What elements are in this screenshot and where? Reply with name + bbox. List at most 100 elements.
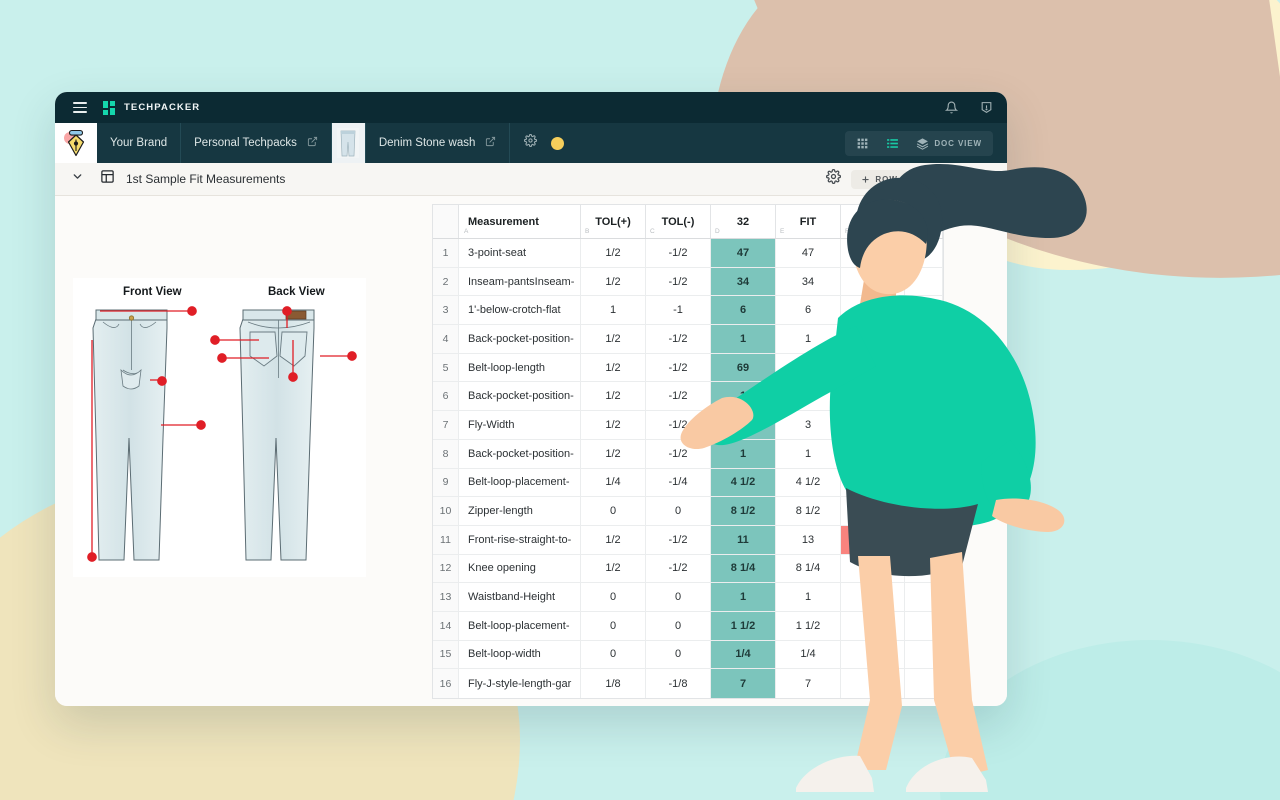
tol-plus-cell[interactable]: 1/2 [581, 554, 646, 583]
column-header-tol-minus[interactable]: TOL(-) C [646, 205, 711, 238]
row-number-cell[interactable]: 4 [433, 325, 459, 353]
row-number-cell[interactable]: 6 [433, 382, 459, 411]
fit-cell[interactable]: 34 [776, 267, 841, 296]
grid-view-button[interactable] [851, 135, 879, 152]
row-number-cell[interactable]: 3 [433, 296, 459, 325]
row-number-cell[interactable]: 2 [433, 267, 459, 296]
doc-view-button[interactable]: DOC VIEW [911, 135, 987, 152]
measurement-cell[interactable]: Back-pocket-position- [459, 325, 581, 353]
amber-status-dot[interactable] [551, 136, 565, 150]
pen-nib-logo-icon[interactable] [55, 123, 97, 163]
tol-minus-cell[interactable]: -1/2 [646, 239, 711, 267]
measurement-cell[interactable]: Belt-loop-placement- [459, 611, 581, 640]
spec-size-cell[interactable]: 69 [711, 353, 776, 382]
row-number-cell[interactable]: 10 [433, 497, 459, 525]
diff-cell[interactable] [841, 325, 905, 353]
spec-size-cell[interactable]: 1 1/2 [711, 611, 776, 640]
spec-size-cell[interactable]: 8 1/4 [711, 554, 776, 583]
tol-minus-cell[interactable]: -1/2 [646, 382, 711, 411]
fit-cell[interactable]: 71 [776, 353, 841, 382]
measurement-cell[interactable]: Knee opening [459, 554, 581, 583]
spec-size-cell[interactable]: 1 [711, 583, 776, 611]
measurement-cell[interactable]: Front-rise-straight-to- [459, 525, 581, 554]
column-header-diff[interactable]: DIFF F [841, 205, 905, 238]
diff-cell[interactable] [841, 669, 905, 698]
fit-cell[interactable]: 6 [776, 296, 841, 325]
tol-plus-cell[interactable]: 1/2 [581, 353, 646, 382]
diff-cell[interactable] [841, 468, 905, 497]
spec-size-cell[interactable]: 4 1/2 [711, 468, 776, 497]
tol-minus-cell[interactable]: 0 [646, 611, 711, 640]
breadcrumb-item-denim-stone-wash[interactable]: Denim Stone wash [366, 123, 511, 163]
diff-cell[interactable] [841, 239, 905, 267]
row-number-cell[interactable]: 1 [433, 239, 459, 267]
diff-cell[interactable] [841, 296, 905, 325]
measurement-cell[interactable]: Fly-Width [459, 411, 581, 439]
fit-cell[interactable]: 1 1/2 [776, 611, 841, 640]
tol-minus-cell[interactable]: -1/2 [646, 525, 711, 554]
fit-cell[interactable]: 1/4 [776, 640, 841, 669]
row-number-cell[interactable]: 8 [433, 439, 459, 468]
measurement-cell[interactable]: Inseam-pantsInseam- [459, 267, 581, 296]
measurement-cell[interactable]: Fly-J-style-length-gar [459, 669, 581, 698]
fit-cell[interactable]: 1 [776, 382, 841, 411]
row-number-cell[interactable]: 15 [433, 640, 459, 669]
fit-cell[interactable]: 47 [776, 239, 841, 267]
row-number-cell[interactable]: 5 [433, 353, 459, 382]
table-row[interactable]: 5 Belt-loop-length 1/2 -1/2 69 71 [433, 353, 943, 383]
row-number-cell[interactable]: 14 [433, 611, 459, 640]
tol-plus-cell[interactable]: 1/2 [581, 325, 646, 353]
row-number-cell[interactable]: 9 [433, 468, 459, 497]
add-row-button[interactable]: ROW [851, 169, 908, 189]
column-header-fit[interactable]: FIT E [776, 205, 841, 238]
fit-cell[interactable]: 3 [776, 411, 841, 439]
spec-size-cell[interactable]: 34 [711, 267, 776, 296]
fit-cell[interactable]: 13 [776, 525, 841, 554]
table-row[interactable]: 14 Belt-loop-placement- 0 0 1 1/2 1 1/2 [433, 611, 943, 641]
fit-cell[interactable]: 8 1/2 [776, 497, 841, 525]
diff-cell[interactable] [841, 267, 905, 296]
measurement-cell[interactable]: Belt-loop-length [459, 353, 581, 382]
column-resize-grip-icon[interactable] [915, 214, 928, 228]
table-row[interactable]: 10 Zipper-length 0 0 8 1/2 8 1/2 [433, 497, 943, 526]
column-header-size-32[interactable]: 32 D [711, 205, 776, 238]
tol-plus-cell[interactable]: 1/2 [581, 239, 646, 267]
diff-cell[interactable] [841, 382, 905, 411]
external-link-icon[interactable] [307, 136, 318, 150]
row-number-cell[interactable]: 11 [433, 525, 459, 554]
measurement-cell[interactable]: Back-pocket-position- [459, 439, 581, 468]
diff-cell[interactable] [841, 611, 905, 640]
diff-cell[interactable] [841, 525, 905, 554]
tol-plus-cell[interactable]: 1/2 [581, 439, 646, 468]
tol-plus-cell[interactable]: 1/8 [581, 669, 646, 698]
table-row[interactable]: 4 Back-pocket-position- 1/2 -1/2 1 1 [433, 325, 943, 354]
tol-minus-cell[interactable]: -1/4 [646, 468, 711, 497]
tol-plus-cell[interactable]: 1/4 [581, 468, 646, 497]
tol-plus-cell[interactable]: 1 [581, 296, 646, 325]
external-link-icon[interactable] [485, 136, 496, 150]
gear-icon[interactable] [826, 169, 842, 189]
add-column-button[interactable]: COLUMN [917, 169, 993, 189]
tol-minus-cell[interactable]: -1/2 [646, 325, 711, 353]
diff-cell[interactable] [841, 353, 905, 382]
techpack-thumbnail[interactable] [331, 123, 366, 163]
table-row[interactable]: 12 Knee opening 1/2 -1/2 8 1/4 8 1/4 [433, 554, 943, 584]
tol-minus-cell[interactable]: -1/2 [646, 353, 711, 382]
spec-size-cell[interactable]: 7 [711, 669, 776, 698]
table-row[interactable]: 7 Fly-Width 1/2 -1/2 3 3 [433, 411, 943, 440]
tol-plus-cell[interactable]: 0 [581, 640, 646, 669]
measurement-cell[interactable]: Waistband-Height [459, 583, 581, 611]
tol-minus-cell[interactable]: -1/2 [646, 554, 711, 583]
row-number-cell[interactable]: 7 [433, 411, 459, 439]
table-row[interactable]: 9 Belt-loop-placement- 1/4 -1/4 4 1/2 4 1/2 [433, 468, 943, 498]
tol-minus-cell[interactable]: 0 [646, 497, 711, 525]
column-header-measurement[interactable]: Measurement A [459, 205, 581, 238]
table-row[interactable]: 6 Back-pocket-position- 1/2 -1/2 1 1 [433, 382, 943, 412]
fit-cell[interactable]: 1 [776, 325, 841, 353]
spec-size-cell[interactable]: 47 [711, 239, 776, 267]
column-header-tol-plus[interactable]: TOL(+) B [581, 205, 646, 238]
diff-cell[interactable] [841, 554, 905, 583]
hamburger-icon[interactable] [73, 102, 87, 113]
tol-plus-cell[interactable]: 1/2 [581, 411, 646, 439]
table-row[interactable]: 11 Front-rise-straight-to- 1/2 -1/2 11 13 [433, 525, 943, 555]
